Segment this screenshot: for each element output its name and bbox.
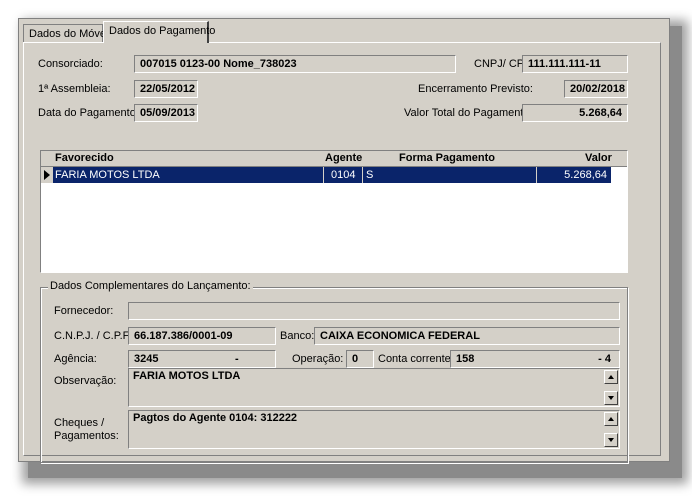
encerramento-field: 20/02/2018 — [564, 80, 628, 98]
observacao-memo[interactable]: FARIA MOTOS LTDA — [128, 368, 620, 407]
cell-favorecido: FARIA MOTOS LTDA — [55, 169, 160, 181]
cheques-scrollbar[interactable] — [604, 412, 618, 447]
cell-separator — [536, 167, 537, 183]
cell-separator — [323, 167, 324, 183]
cell-valor: 5.268,64 — [564, 169, 607, 181]
row-indicator-icon — [41, 167, 53, 183]
payment-window: Dados do Móvel Dados do Pagamento Consor… — [18, 18, 670, 463]
agencia-label: Agência: — [54, 353, 97, 365]
grid-header: Favorecido Agente Forma Pagamento Valor — [41, 151, 627, 167]
assembleia-field: 22/05/2012 — [134, 80, 198, 98]
scroll-up-icon[interactable] — [604, 412, 618, 426]
column-valor[interactable]: Valor — [585, 152, 612, 164]
cell-agente: 0104 — [331, 169, 356, 181]
group-title: Dados Complementares do Lançamento: — [48, 280, 253, 292]
pagamentos-label: Pagamentos: — [54, 430, 119, 442]
cheques-memo[interactable]: Pagtos do Agente 0104: 312222 — [128, 410, 620, 449]
conta-corrente-label: Conta corrente: — [378, 353, 454, 365]
cheques-label: Cheques / — [54, 417, 105, 429]
conta-dv: - 4 — [598, 353, 611, 365]
conta-number: 158 — [456, 353, 475, 365]
data-pagamento-field: 05/09/2013 — [134, 104, 198, 122]
encerramento-label: Encerramento Previsto: — [418, 83, 533, 95]
observacao-label: Observação: — [54, 375, 117, 387]
scroll-down-icon[interactable] — [604, 433, 618, 447]
agencia-field: 3245 - — [128, 350, 276, 368]
consorciado-label: Consorciado: — [38, 58, 103, 70]
observacao-text: FARIA MOTOS LTDA — [133, 370, 241, 382]
cnpj-cpf-field-2: 66.187.386/0001-09 — [128, 327, 276, 345]
fornecedor-label: Fornecedor: — [54, 305, 114, 317]
consorciado-field: 007015 0123-00 Nome_738023 — [134, 55, 456, 73]
banco-label: Banco: — [280, 330, 315, 342]
cnpj-cpf-label-2: C.N.P.J. / C.P.F.: — [54, 330, 135, 342]
valor-total-label: Valor Total do Pagamento: — [404, 107, 533, 119]
observacao-scrollbar[interactable] — [604, 370, 618, 405]
tab-panel: Consorciado: 007015 0123-00 Nome_738023 … — [23, 42, 661, 463]
assembleia-label: 1ª Assembleia: — [38, 83, 111, 95]
tab-dados-do-movel[interactable]: Dados do Móvel — [23, 24, 109, 43]
cheques-text: Pagtos do Agente 0104: 312222 — [133, 412, 298, 424]
favorecidos-grid[interactable]: Favorecido Agente Forma Pagamento Valor … — [40, 150, 628, 273]
table-row[interactable]: FARIA MOTOS LTDA 0104 S 5.268,64 — [53, 167, 611, 183]
cell-forma: S — [366, 169, 374, 181]
scroll-up-icon[interactable] — [604, 370, 618, 384]
operacao-label: Operação: — [292, 353, 344, 365]
cnpj-cpf-field: 111.111.111-11 — [522, 55, 628, 73]
column-agente[interactable]: Agente — [325, 152, 362, 164]
fornecedor-field — [128, 302, 620, 320]
agencia-number: 3245 — [134, 353, 159, 365]
column-favorecido[interactable]: Favorecido — [55, 152, 114, 164]
valor-total-field: 5.268,64 — [522, 104, 628, 122]
scroll-down-icon[interactable] — [604, 391, 618, 405]
cell-separator — [362, 167, 363, 183]
operacao-field: 0 — [346, 350, 374, 368]
tab-dados-do-pagamento[interactable]: Dados do Pagamento — [103, 21, 215, 43]
banco-field: CAIXA ECONOMICA FEDERAL — [314, 327, 620, 345]
data-pagamento-label: Data do Pagamento: — [38, 107, 139, 119]
column-forma-pagamento[interactable]: Forma Pagamento — [399, 152, 495, 164]
agencia-dv: - — [235, 353, 239, 365]
conta-corrente-field: 158 - 4 — [450, 350, 620, 368]
